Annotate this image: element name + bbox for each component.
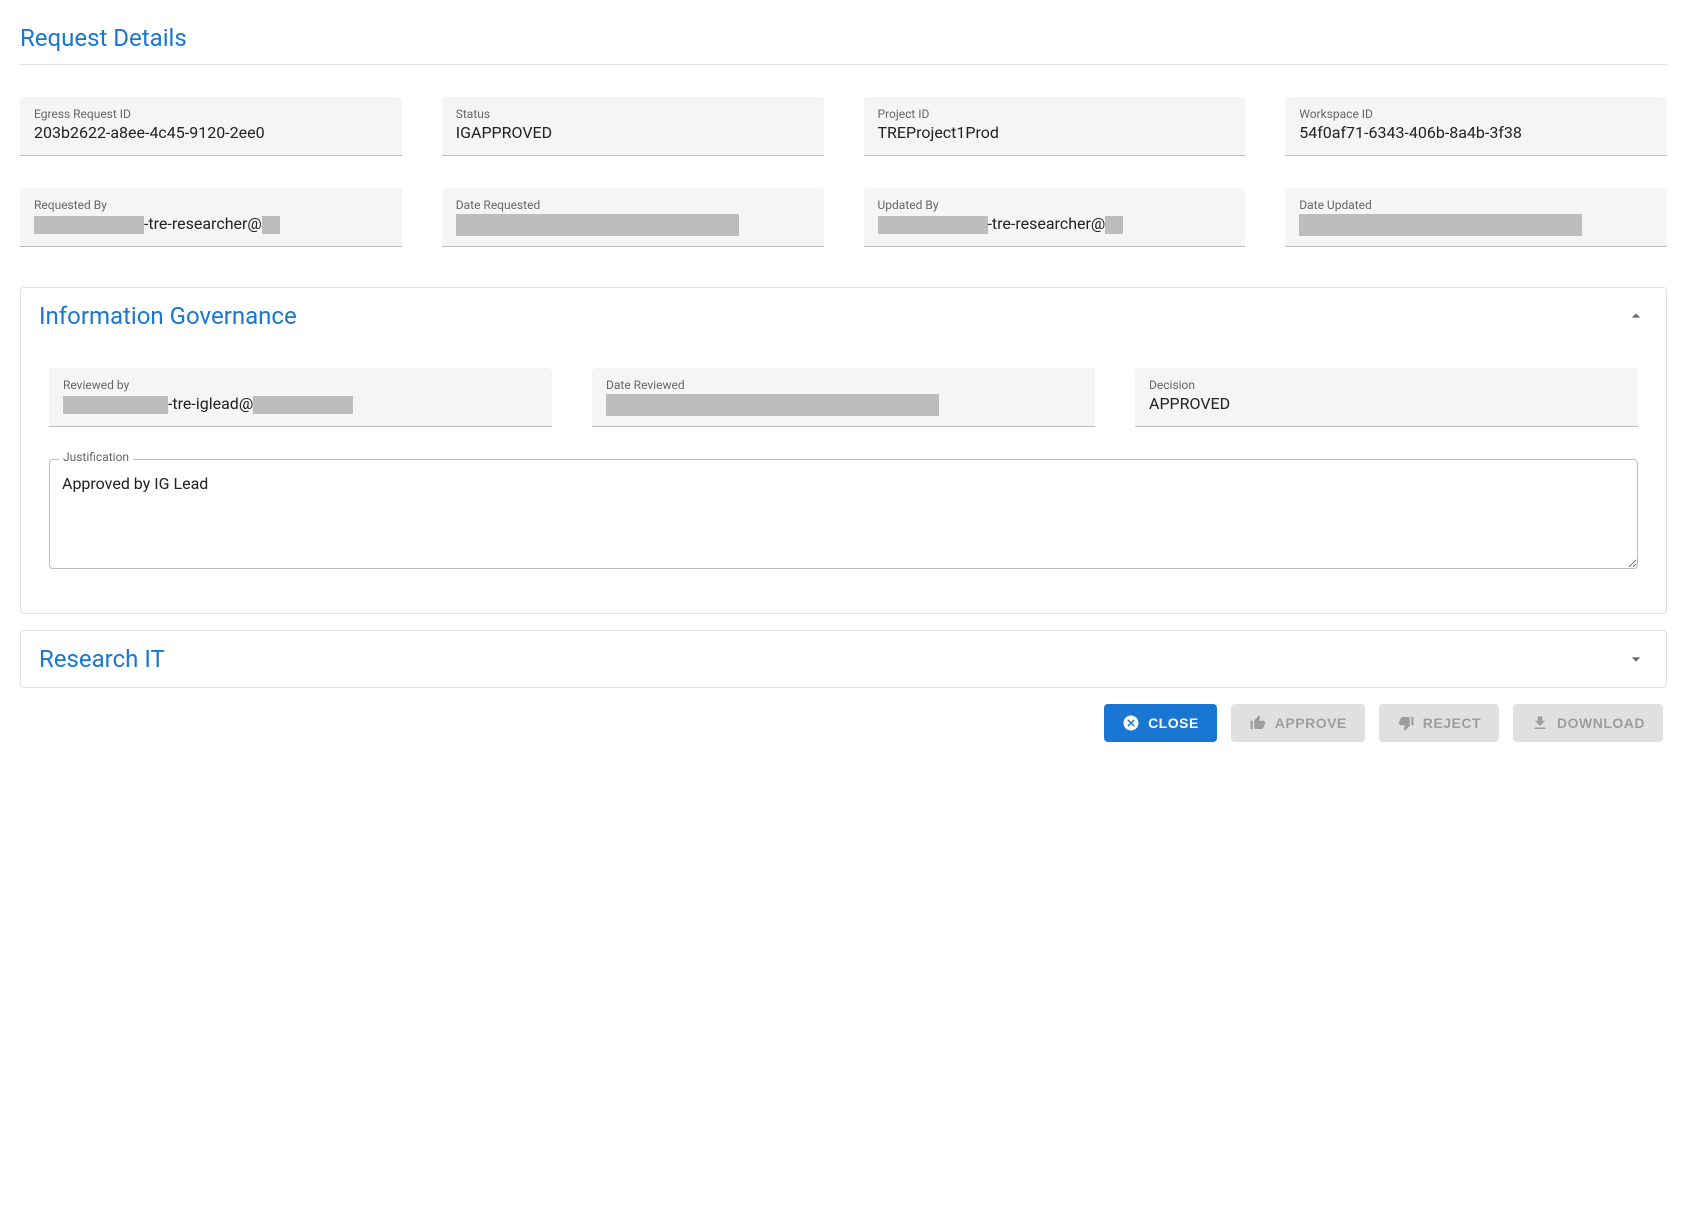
field-label: Reviewed by [63,378,538,392]
page-title: Request Details [20,24,1667,52]
field-updated-by: Updated By -tre-researcher@ [864,188,1246,247]
redacted-block [456,214,739,236]
field-label: Decision [1149,378,1624,392]
button-label: Approve [1275,715,1347,731]
field-value: TREProject1Prod [878,123,1232,145]
panel-information-governance: Information Governance Reviewed by -tre-… [20,287,1667,614]
textarea-label: Justification [59,450,133,464]
field-label: Egress Request ID [34,107,388,121]
reviewed-by-suffix: -tre-iglead@ [168,394,253,413]
chevron-down-icon [1624,647,1648,671]
redacted-block [878,216,988,234]
redacted-block [262,216,280,234]
panel-header-information-governance[interactable]: Information Governance [21,288,1666,344]
panel-research-it: Research IT [20,630,1667,688]
download-button[interactable]: Download [1513,704,1663,742]
button-label: Reject [1423,715,1481,731]
field-value [606,394,1081,416]
field-egress-request-id: Egress Request ID 203b2622-a8ee-4c45-912… [20,97,402,156]
chevron-up-icon [1624,304,1648,328]
requested-by-suffix: -tre-researcher@ [144,214,262,233]
field-label: Status [456,107,810,121]
field-label: Requested By [34,198,388,212]
field-value: 54f0af71-6343-406b-8a4b-3f38 [1299,123,1653,145]
field-label: Date Requested [456,198,810,212]
field-value [456,214,810,236]
button-label: Download [1557,715,1645,731]
ig-field-grid: Reviewed by -tre-iglead@ Date Reviewed D… [49,368,1638,427]
field-label: Project ID [878,107,1232,121]
updated-by-suffix: -tre-researcher@ [988,214,1106,233]
action-button-row: Close Approve Reject Download [20,704,1667,742]
field-value: 203b2622-a8ee-4c45-9120-2ee0 [34,123,388,145]
panel-title: Information Governance [39,302,297,330]
field-value: -tre-researcher@ [34,214,388,236]
redacted-block [1299,214,1582,236]
field-decision: Decision APPROVED [1135,368,1638,427]
panel-title: Research IT [39,645,165,673]
request-details-grid: Egress Request ID 203b2622-a8ee-4c45-912… [20,97,1667,247]
field-value: IGAPPROVED [456,123,810,145]
field-value: APPROVED [1149,394,1624,416]
field-date-updated: Date Updated [1285,188,1667,247]
redacted-block [34,216,144,234]
field-status: Status IGAPPROVED [442,97,824,156]
field-reviewed-by: Reviewed by -tre-iglead@ [49,368,552,427]
field-value: -tre-iglead@ [63,394,538,416]
justification-wrap: Justification [49,459,1638,573]
close-button[interactable]: Close [1104,704,1217,742]
thumbs-up-icon [1249,714,1267,732]
approve-button[interactable]: Approve [1231,704,1365,742]
divider [20,64,1667,65]
field-requested-by: Requested By -tre-researcher@ [20,188,402,247]
panel-header-research-it[interactable]: Research IT [21,631,1666,687]
button-label: Close [1148,715,1199,731]
download-icon [1531,714,1549,732]
field-label: Date Updated [1299,198,1653,212]
field-label: Date Reviewed [606,378,1081,392]
field-label: Workspace ID [1299,107,1653,121]
redacted-block [1105,216,1123,234]
field-value: -tre-researcher@ [878,214,1232,236]
reject-button[interactable]: Reject [1379,704,1499,742]
justification-textarea[interactable] [49,459,1638,569]
redacted-block [63,396,168,414]
redacted-block [606,394,939,416]
field-project-id: Project ID TREProject1Prod [864,97,1246,156]
panel-body: Reviewed by -tre-iglead@ Date Reviewed D… [21,344,1666,613]
thumbs-down-icon [1397,714,1415,732]
field-value [1299,214,1653,236]
close-circle-icon [1122,714,1140,732]
redacted-block [253,396,353,414]
field-label: Updated By [878,198,1232,212]
field-date-requested: Date Requested [442,188,824,247]
field-workspace-id: Workspace ID 54f0af71-6343-406b-8a4b-3f3… [1285,97,1667,156]
field-date-reviewed: Date Reviewed [592,368,1095,427]
